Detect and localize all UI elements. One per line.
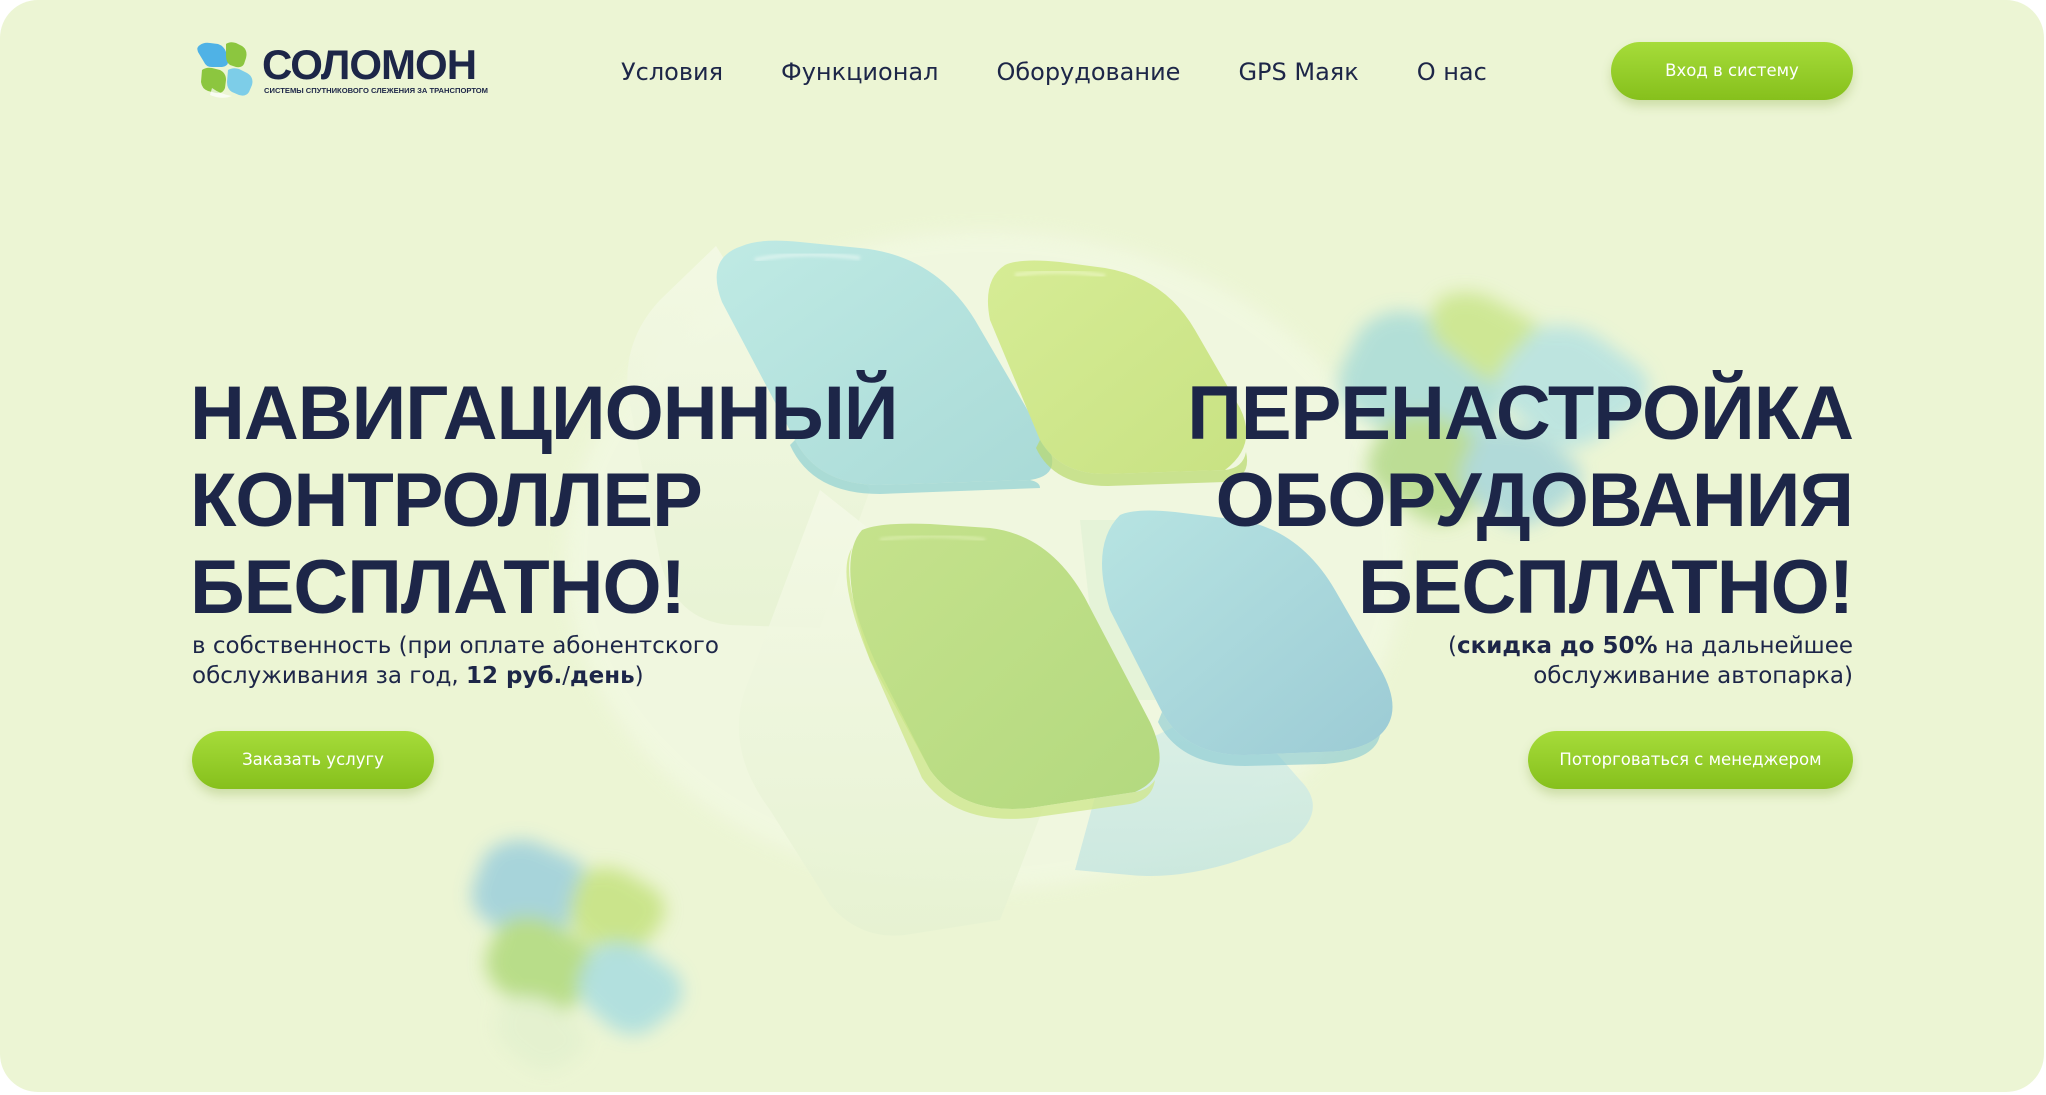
offer-right-description-line: (скидка до 50% на дальнейшее xyxy=(1448,631,1853,661)
main-nav: Условия Функционал Оборудование GPS Маяк… xyxy=(621,52,1487,92)
nav-item-about[interactable]: О нас xyxy=(1417,52,1487,92)
price-text-suffix: ) xyxy=(634,663,644,689)
order-service-button[interactable]: Заказать услугу xyxy=(192,731,434,789)
negotiate-with-manager-button[interactable]: Поторговаться с менеджером xyxy=(1528,731,1853,789)
offer-left-description: в собственность (при оплате абонентского… xyxy=(192,631,719,691)
offer-left-heading: НАВИГАЦИОННЫЙ КОНТРОЛЛЕР БЕСПЛАТНО! xyxy=(190,370,899,631)
brand-name: СОЛОМОН xyxy=(262,41,477,88)
offer-right-heading-line: ОБОРУДОВАНИЯ xyxy=(1215,458,1854,543)
nav-item-gps-beacon[interactable]: GPS Маяк xyxy=(1238,52,1358,92)
discount-text-suffix: на дальнейшее xyxy=(1657,633,1853,659)
price-period: день xyxy=(570,663,635,689)
discount-value: скидка до 50% xyxy=(1456,633,1658,659)
offer-right-description-line: обслуживание автопарка) xyxy=(1533,663,1853,689)
offer-left-heading-line: КОНТРОЛЛЕР xyxy=(190,458,703,543)
logo-icon xyxy=(197,42,253,98)
nav-item-equipment[interactable]: Оборудование xyxy=(996,52,1180,92)
brand-logo[interactable]: СОЛОМОН СИСТЕМЫ СПУТНИКОВОГО СЛЕЖЕНИЯ ЗА… xyxy=(192,40,492,102)
discount-text-prefix: ( xyxy=(1448,633,1457,659)
price-value: 12 руб. xyxy=(465,663,563,689)
offer-right-heading: ПЕРЕНАСТРОЙКА ОБОРУДОВАНИЯ БЕСПЛАТНО! xyxy=(1187,370,1854,631)
price-text-prefix: обслуживания за год, xyxy=(192,663,466,689)
brand-tagline: СИСТЕМЫ СПУТНИКОВОГО СЛЕЖЕНИЯ ЗА ТРАНСПО… xyxy=(264,86,488,95)
offer-left-description-line: в собственность (при оплате абонентского xyxy=(192,633,719,659)
landing-page: СОЛОМОН СИСТЕМЫ СПУТНИКОВОГО СЛЕЖЕНИЯ ЗА… xyxy=(0,0,2044,1092)
login-button[interactable]: Вход в систему xyxy=(1611,42,1853,100)
offer-left-description-line: обслуживания за год, 12 руб./день) xyxy=(192,661,719,691)
nav-item-conditions[interactable]: Условия xyxy=(621,52,723,92)
offer-right-heading-line: БЕСПЛАТНО! xyxy=(1358,545,1854,630)
offer-right-description: (скидка до 50% на дальнейшее обслуживани… xyxy=(1448,631,1853,691)
offer-left-heading-line: НАВИГАЦИОННЫЙ xyxy=(190,371,899,456)
price-separator: / xyxy=(562,663,571,689)
offer-left-heading-line: БЕСПЛАТНО! xyxy=(190,545,686,630)
offer-right-heading-line: ПЕРЕНАСТРОЙКА xyxy=(1187,371,1854,456)
nav-item-features[interactable]: Функционал xyxy=(781,52,938,92)
